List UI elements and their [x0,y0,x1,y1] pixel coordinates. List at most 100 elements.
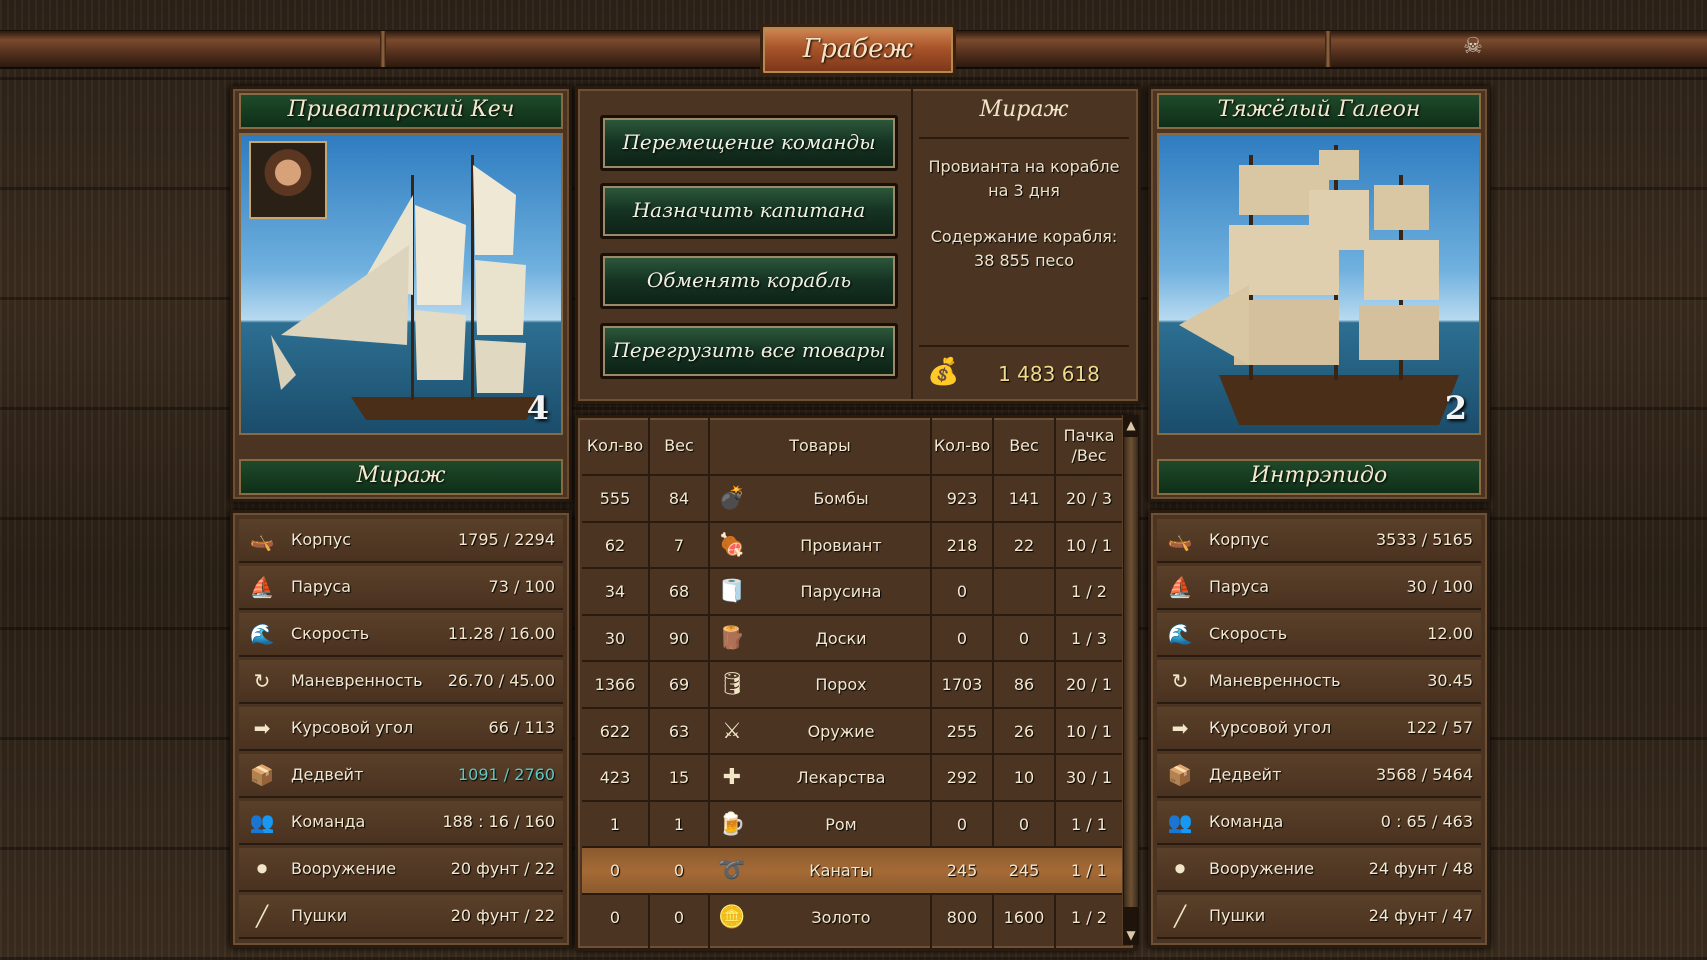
stat-row: 📦 Дедвейт 3568 / 5464 [1157,754,1481,798]
sails-icon: ⛵ [249,575,275,599]
pack-weight: 10 / 1 [1065,721,1113,741]
swap-ship-button[interactable]: Обменять корабль [600,253,898,309]
stat-value: 1091 / 2760 [458,765,555,784]
qty-left: 62 [604,535,626,555]
goods-row[interactable]: 1 1 🍺 Ром 0 0 1 / 1 [582,799,1125,848]
stat-label: Паруса [1209,577,1270,596]
left-ship-image[interactable]: 4 [239,133,563,435]
money-row: 💰 1 483 618 [913,351,1135,397]
scroll-down-icon[interactable]: ▼ [1123,925,1139,945]
weight-left: 7 [673,535,685,555]
qty-right: 800 [946,907,978,927]
weight-left: 68 [668,582,690,601]
armament-icon: ⚫ [1171,857,1189,881]
skull-crossbones-icon[interactable]: ☠ [1458,32,1488,62]
stat-label: Скорость [291,624,370,643]
right-ship-name: Интрэпидо [1157,459,1481,495]
stat-label: Пушки [1209,906,1266,925]
goods-name: Ром [825,814,857,834]
course-angle-icon: ➡ [253,716,271,740]
weight-left: 15 [668,768,690,787]
pack-weight: 1 / 2 [1071,907,1107,927]
captain-portrait[interactable] [249,141,327,219]
stat-value: 66 / 113 [488,718,555,737]
weight-left: 0 [673,907,685,927]
ship-info-box: Мираж Провианта на корабле на 3 дня Соде… [911,89,1135,399]
scroll-up-icon[interactable]: ▲ [1123,415,1139,435]
goods-row[interactable]: 555 84 💣 Бомбы 923 141 20 / 3 [582,474,1125,522]
right-ship-panel: Тяжёлый Галеон 2 Интрэпидо [1148,86,1490,502]
goods-name: Провиант [800,535,882,555]
speed-icon: 🌊 [249,622,275,646]
info-ship-name: Мираж [979,97,1069,122]
weight-right: 10 [1013,768,1035,787]
maneuver-icon: ↻ [1171,669,1189,693]
right-ship-image[interactable]: 2 [1157,133,1481,435]
stat-label: Пушки [291,906,348,925]
pack-weight: 30 / 1 [1065,768,1113,787]
stat-row: 👥 Команда 0 : 65 / 463 [1157,801,1481,845]
stat-label: Корпус [1209,530,1270,549]
stat-row: ➡ Курсовой угол 122 / 57 [1157,707,1481,751]
qty-right: 218 [946,535,978,555]
stat-label: Паруса [291,577,352,596]
stat-row: ⛵ Паруса 30 / 100 [1157,566,1481,610]
deadweight-icon: 📦 [249,763,275,787]
qty-right: 255 [946,721,978,741]
transfer-all-goods-button[interactable]: Перегрузить все товары [600,323,898,379]
provisions-icon: 🍖 [718,532,746,558]
scrollbar-thumb[interactable] [1124,437,1138,907]
stat-label: Команда [1209,812,1284,831]
window-title: Грабеж [760,24,956,76]
stat-label: Вооружение [291,859,397,878]
goods-row[interactable]: 622 63 ⚔ Оружие 255 26 10 / 1 [582,706,1125,755]
stat-label: Команда [291,812,366,831]
weight-right: 22 [1013,535,1035,555]
weight-right: 0 [1018,628,1030,648]
crew-icon: 👥 [1167,810,1193,834]
right-ship-class: Тяжёлый Галеон [1157,93,1481,129]
goods-row[interactable]: 0 0 🪙 Золото 800 1600 1 / 2 [582,892,1125,941]
qty-left: 1366 [594,675,636,694]
qty-right: 923 [946,489,978,508]
weapons-icon: ⚔ [722,718,742,744]
qty-left: 423 [599,768,631,787]
stat-value: 24 фунт / 48 [1368,859,1473,878]
goods-name: Бомбы [813,489,869,508]
goods-row[interactable]: 34 68 🧻 Парусина 0 1 / 2 [582,567,1125,615]
pack-weight: 20 / 1 [1065,675,1113,694]
stat-value: 188 : 16 / 160 [442,812,555,831]
qty-right: 0 [956,814,968,834]
stat-label: Дедвейт [1209,765,1282,784]
stat-row: ⛵ Паруса 73 / 100 [239,566,563,610]
stat-value: 3533 / 5165 [1376,530,1473,549]
hull-icon: 🛶 [1167,528,1193,552]
goods-row[interactable]: 30 90 🪵 Доски 0 0 1 / 3 [582,613,1125,662]
header-pack-weight-unit: /Вес [1071,446,1107,465]
money-amount: 1 483 618 [998,362,1100,386]
goods-name: Доски [815,628,867,648]
stat-value: 12.00 [1427,624,1473,643]
weight-left: 1 [673,814,685,834]
goods-row[interactable]: 62 7 🍖 Провиант 218 22 10 / 1 [582,520,1125,569]
weight-left: 63 [668,721,690,741]
stat-value: 73 / 100 [488,577,555,596]
header-qty-left: Кол-во [586,436,644,455]
deadweight-icon: 📦 [1167,763,1193,787]
medicine-icon: ✚ [722,765,742,790]
cannons-icon: ╱ [255,904,269,928]
bar-joint [380,31,386,67]
hull-icon: 🛶 [249,528,275,552]
stat-value: 1795 / 2294 [458,530,555,549]
stat-value: 0 : 65 / 463 [1380,812,1473,831]
goods-row[interactable]: 423 15 ✚ Лекарства 292 10 30 / 1 [582,753,1125,801]
move-crew-button[interactable]: Перемещение команды [600,115,898,171]
stat-label: Вооружение [1209,859,1315,878]
goods-row[interactable]: 1366 69 🛢 Порох 1703 86 20 / 1 [582,660,1125,708]
assign-captain-button[interactable]: Назначить капитана [600,183,898,239]
goods-row[interactable]: 0 0 ➰ Канаты 245 245 1 / 1 [582,846,1125,894]
goods-scrollbar[interactable]: ▲ ▼ [1122,415,1139,945]
ship-class-number: 2 [1444,389,1467,427]
stat-row: 🛶 Корпус 3533 / 5165 [1157,519,1481,563]
planks-icon: 🪵 [718,625,746,651]
